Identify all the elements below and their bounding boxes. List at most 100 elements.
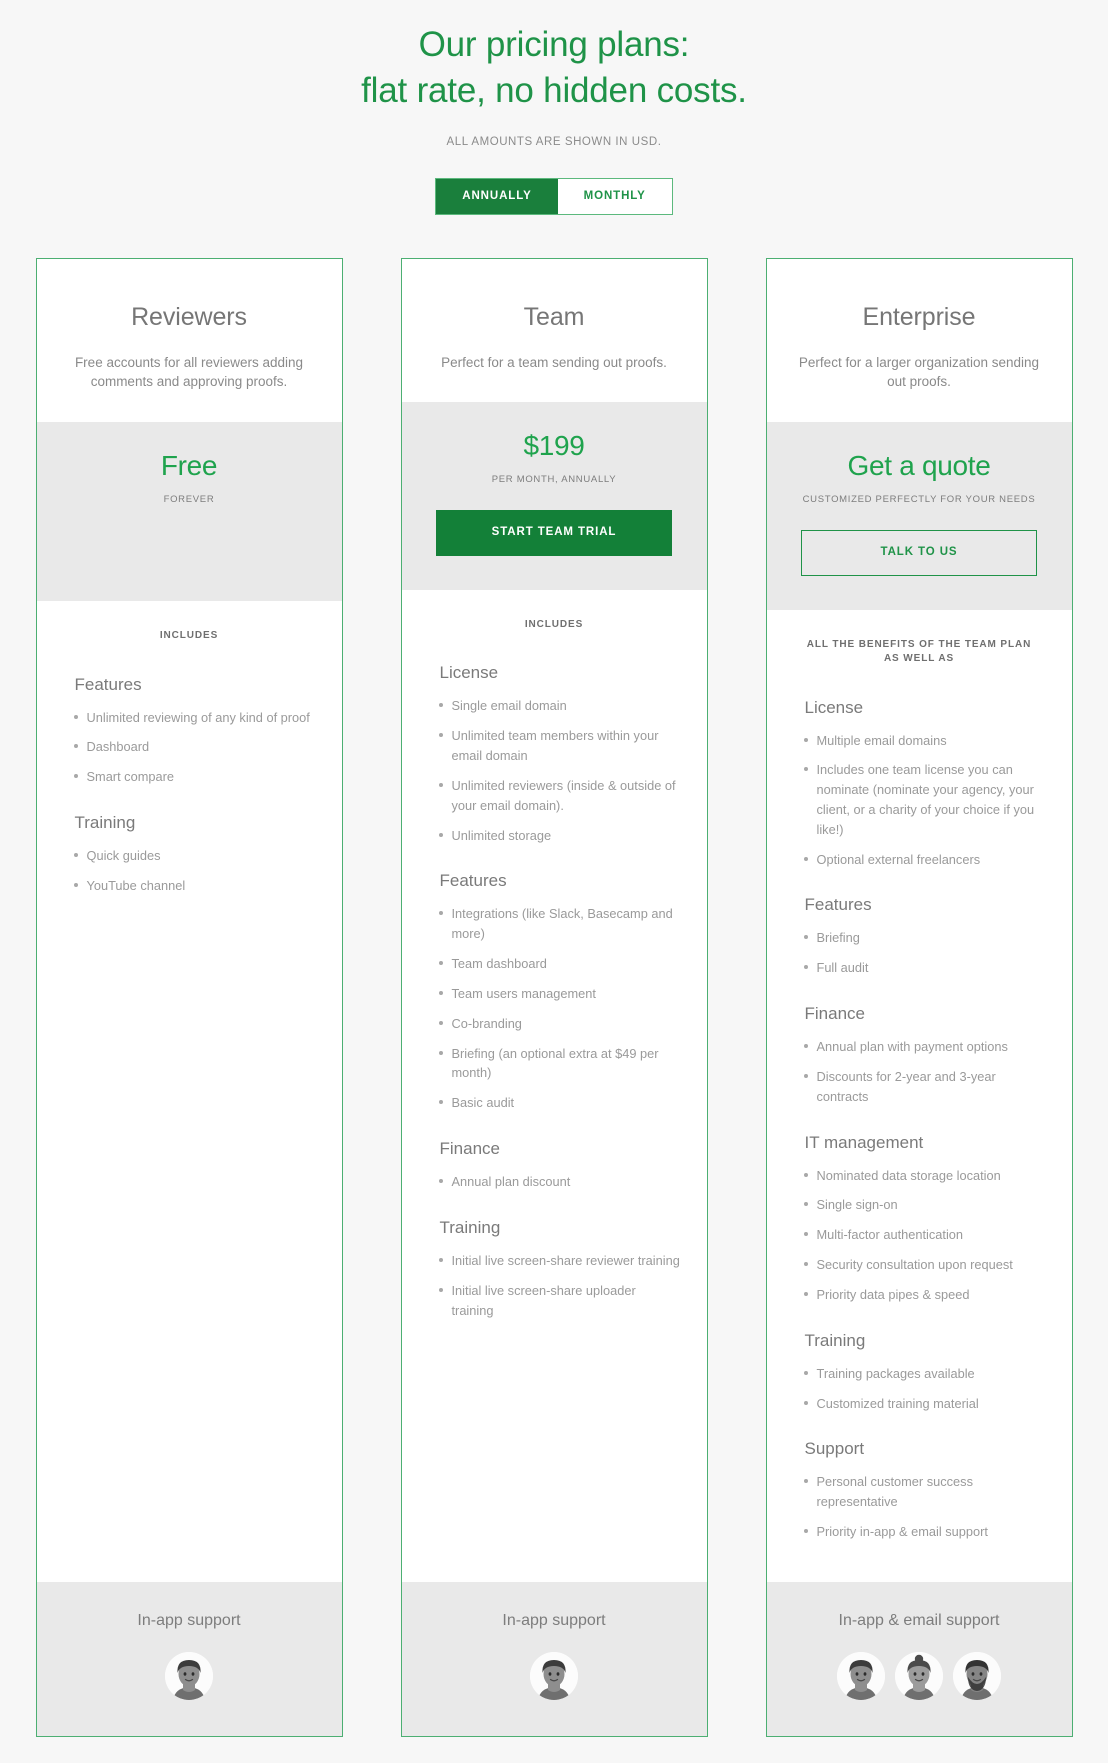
feature-list-item: Nominated data storage location bbox=[793, 1166, 1046, 1186]
page-title: Our pricing plans: flat rate, no hidden … bbox=[0, 22, 1108, 114]
feature-group-title: Training bbox=[74, 812, 136, 832]
feature-group-title: Finance bbox=[439, 1139, 500, 1159]
page-title-line-1: Our pricing plans: bbox=[418, 25, 690, 64]
plan-price-note: FOREVER bbox=[163, 494, 215, 505]
feature-list-item: Multiple email domains bbox=[793, 731, 1046, 751]
plan-features: INCLUDES Features Unlimited reviewing of a… bbox=[36, 601, 342, 1582]
plan-name: Enterprise bbox=[862, 302, 976, 331]
page-title-line-2: flat rate, no hidden costs. bbox=[361, 71, 747, 111]
feature-list-item: Priority data pipes & speed bbox=[793, 1285, 1046, 1305]
feature-list-item: Priority in-app & email support bbox=[793, 1522, 1046, 1542]
feature-list-item: Annual plan discount bbox=[428, 1172, 681, 1192]
feature-group-title: License bbox=[804, 697, 864, 717]
feature-list: Annual plan discount bbox=[428, 1172, 681, 1192]
includes-label: ALL THE BENEFITS OF THE TEAM PLAN AS WEL… bbox=[806, 638, 1032, 665]
plan-name: Team bbox=[523, 302, 585, 331]
hero-section: Our pricing plans: flat rate, no hidden … bbox=[0, 0, 1108, 148]
feature-group: Features Briefing Full audit bbox=[793, 895, 1046, 978]
feature-list-item: Full audit bbox=[793, 958, 1046, 978]
feature-list-item: Briefing bbox=[793, 928, 1046, 948]
feature-list-item: Multi-factor authentication bbox=[793, 1225, 1046, 1245]
feature-list: Training packages available Customized tr… bbox=[793, 1364, 1046, 1414]
plan-header: Team Perfect for a team sending out proof… bbox=[401, 258, 707, 403]
feature-list-item: Unlimited reviewing of any kind of proof bbox=[63, 708, 316, 728]
plan-price: Free bbox=[160, 450, 218, 481]
feature-group: Training Training packages available Custo… bbox=[793, 1331, 1046, 1414]
feature-list-item: Quick guides bbox=[63, 846, 316, 866]
feature-list-item: Team dashboard bbox=[428, 954, 681, 974]
feature-list: Briefing Full audit bbox=[793, 928, 1046, 978]
feature-group: Finance Annual plan discount bbox=[428, 1139, 681, 1192]
plan-price: Get a quote bbox=[847, 450, 991, 481]
feature-list-item: Personal customer success representative bbox=[793, 1472, 1046, 1512]
feature-list-item: Basic audit bbox=[428, 1093, 681, 1113]
support-label: In-app & email support bbox=[838, 1611, 1000, 1629]
feature-list: Nominated data storage location Single si… bbox=[793, 1166, 1046, 1305]
plan-name: Reviewers bbox=[131, 302, 247, 331]
toggle-monthly-button[interactable]: MONTHLY bbox=[558, 179, 672, 214]
billing-toggle-wrapper: ANNUALLY MONTHLY bbox=[0, 178, 1108, 215]
feature-list-item: Initial live screen-share reviewer train… bbox=[428, 1251, 681, 1271]
plan-header: Reviewers Free accounts for all reviewers… bbox=[36, 258, 342, 422]
feature-list-item: Team users management bbox=[428, 984, 681, 1004]
feature-list: Single email domain Unlimited team member… bbox=[428, 696, 681, 845]
includes-label: INCLUDES bbox=[524, 618, 584, 630]
feature-group: License Multiple email domains Includes on… bbox=[793, 698, 1046, 870]
support-label: In-app support bbox=[502, 1611, 606, 1629]
pricing-cards-container: Reviewers Free accounts for all reviewers… bbox=[0, 257, 1108, 1737]
pricing-card-team: Team Perfect for a team sending out proof… bbox=[400, 257, 708, 1737]
feature-group: Finance Annual plan with payment options D… bbox=[793, 1004, 1046, 1106]
plan-price-note: CUSTOMIZED PERFECTLY FOR YOUR NEEDS bbox=[802, 494, 1036, 505]
plan-cta-button[interactable]: START TEAM TRIAL bbox=[436, 510, 672, 556]
billing-toggle[interactable]: ANNUALLY MONTHLY bbox=[435, 178, 673, 215]
feature-group-title: License bbox=[439, 663, 499, 683]
feature-group: Support Personal customer success represe… bbox=[793, 1439, 1046, 1541]
feature-list: Initial live screen-share reviewer train… bbox=[428, 1251, 681, 1320]
feature-group-title: IT management bbox=[804, 1132, 924, 1152]
feature-list: Annual plan with payment options Discount… bbox=[793, 1037, 1046, 1106]
avatar bbox=[953, 1651, 1001, 1700]
feature-group-title: Training bbox=[804, 1330, 866, 1350]
includes-label: INCLUDES bbox=[159, 630, 219, 641]
feature-list-item: Single sign-on bbox=[793, 1195, 1046, 1215]
feature-list-item: Annual plan with payment options bbox=[793, 1037, 1046, 1057]
feature-group-title: Finance bbox=[804, 1004, 865, 1024]
plan-features: INCLUDES License Single email domain Unlimi… bbox=[401, 589, 707, 1582]
avatar bbox=[530, 1651, 578, 1700]
support-avatars bbox=[53, 1651, 326, 1700]
feature-list: Unlimited reviewing of any kind of proof… bbox=[63, 708, 316, 787]
feature-list-item: Training packages available bbox=[793, 1364, 1046, 1384]
feature-list: Personal customer success representative… bbox=[793, 1472, 1046, 1541]
feature-list-item: Smart compare bbox=[63, 767, 316, 787]
support-avatars bbox=[418, 1651, 691, 1700]
feature-list-item: Single email domain bbox=[428, 696, 681, 716]
feature-list-item: Security consultation upon request bbox=[793, 1255, 1046, 1275]
feature-group: License Single email domain Unlimited team… bbox=[428, 663, 681, 845]
feature-list-item: Dashboard bbox=[63, 737, 316, 757]
toggle-annually-button[interactable]: ANNUALLY bbox=[436, 179, 558, 214]
plan-support-footer: In-app support bbox=[36, 1581, 342, 1736]
feature-group: Training Quick guides YouTube channel bbox=[63, 813, 316, 896]
plan-support-footer: In-app support bbox=[401, 1581, 707, 1736]
feature-list-item: Unlimited team members within your email… bbox=[428, 726, 681, 766]
avatar bbox=[895, 1651, 943, 1700]
feature-group: Training Initial live screen-share review… bbox=[428, 1218, 681, 1320]
support-label: In-app support bbox=[137, 1611, 241, 1629]
avatar bbox=[165, 1651, 213, 1700]
feature-list-item: Co-branding bbox=[428, 1014, 681, 1034]
feature-list-item: Discounts for 2-year and 3-year contract… bbox=[793, 1067, 1046, 1107]
feature-list-item: Customized training material bbox=[793, 1394, 1046, 1414]
feature-list-item: Unlimited reviewers (inside & outside of… bbox=[428, 776, 681, 816]
feature-list: Multiple email domains Includes one team … bbox=[793, 731, 1046, 870]
feature-group: IT management Nominated data storage loca… bbox=[793, 1133, 1046, 1305]
plan-description: Perfect for a larger organization sendin… bbox=[798, 354, 1040, 390]
feature-list: Quick guides YouTube channel bbox=[63, 846, 316, 896]
feature-list-item: Unlimited storage bbox=[428, 826, 681, 846]
support-avatars bbox=[783, 1651, 1056, 1700]
avatar bbox=[837, 1651, 885, 1700]
feature-group-title: Features bbox=[74, 674, 142, 694]
feature-list-item: Includes one team license you can nomina… bbox=[793, 760, 1046, 839]
feature-group-title: Features bbox=[804, 895, 872, 915]
plan-cta-button[interactable]: TALK TO US bbox=[801, 530, 1037, 576]
plan-price-note: PER MONTH, ANNUALLY bbox=[491, 474, 617, 486]
